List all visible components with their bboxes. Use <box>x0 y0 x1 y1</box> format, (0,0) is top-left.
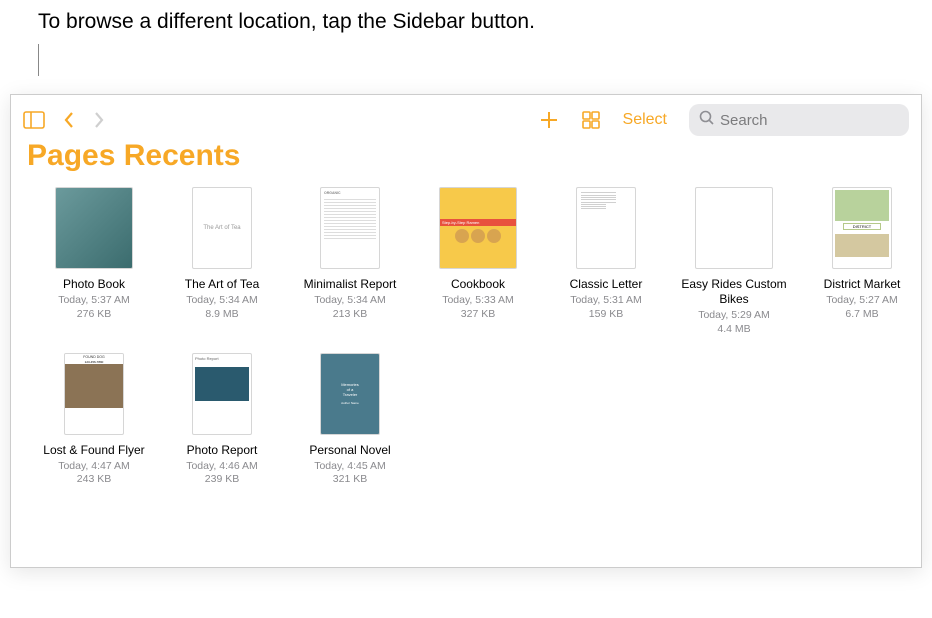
document-thumbnail: DISTRICT <box>832 187 892 269</box>
toolbar: Select <box>11 95 921 139</box>
document-meta: The Art of Tea Today, 5:34 AM8.9 MB <box>163 277 281 321</box>
document-size: 159 KB <box>547 308 665 322</box>
document-time: Today, 5:33 AM <box>419 294 537 308</box>
document-item[interactable]: Step-by-Step Ramen Cookbook Today, 5:33 AM… <box>419 187 537 336</box>
document-meta: Minimalist Report Today, 5:34 AM213 KB <box>291 277 409 321</box>
add-button[interactable] <box>539 110 559 130</box>
document-size: 239 KB <box>163 473 281 487</box>
document-size: 213 KB <box>291 308 409 322</box>
app-window: Select Pages Recents Photo Book Today, 5:… <box>10 94 922 568</box>
sidebar-button[interactable] <box>23 111 45 129</box>
document-item[interactable]: CUST BIKE Easy Rides Custom Bikes Today, 5… <box>675 187 793 336</box>
annotation-callout: To browse a different location, tap the … <box>0 0 932 94</box>
document-time: Today, 5:27 AM <box>803 294 921 308</box>
document-name: Lost & Found Flyer <box>35 443 153 458</box>
document-time: Today, 5:34 AM <box>291 294 409 308</box>
document-item[interactable]: Memoriesof aTravelerAuthor Name Personal … <box>291 353 409 487</box>
document-size: 4.4 MB <box>675 323 793 337</box>
callout-line <box>38 44 39 76</box>
select-button[interactable]: Select <box>623 111 667 129</box>
document-thumbnail: Memoriesof aTravelerAuthor Name <box>320 353 380 435</box>
document-item[interactable]: Photo Book Today, 5:37 AM276 KB <box>35 187 153 336</box>
document-size: 327 KB <box>419 308 537 322</box>
document-time: Today, 4:45 AM <box>291 460 409 474</box>
document-time: Today, 5:29 AM <box>675 309 793 323</box>
document-meta: Personal Novel Today, 4:45 AM321 KB <box>291 443 409 487</box>
document-item[interactable]: DISTRICT District Market Today, 5:27 AM6.7… <box>803 187 921 336</box>
document-size: 276 KB <box>35 308 153 322</box>
view-grid-button[interactable] <box>581 110 601 130</box>
document-item[interactable]: ORGANIC Minimalist Report Today, 5:34 AM21… <box>291 187 409 336</box>
document-name: Cookbook <box>419 277 537 292</box>
document-meta: Photo Report Today, 4:46 AM239 KB <box>163 443 281 487</box>
annotation-text: To browse a different location, tap the … <box>38 8 932 36</box>
document-time: Today, 5:34 AM <box>163 294 281 308</box>
document-size: 6.7 MB <box>803 308 921 322</box>
search-icon <box>699 110 714 130</box>
document-name: The Art of Tea <box>163 277 281 292</box>
document-time: Today, 4:46 AM <box>163 460 281 474</box>
document-size: 8.9 MB <box>163 308 281 322</box>
document-name: Classic Letter <box>547 277 665 292</box>
back-button[interactable] <box>63 111 75 129</box>
document-name: Photo Report <box>163 443 281 458</box>
document-thumbnail: CUST BIKE <box>695 187 773 269</box>
document-item[interactable]: FOUND DOG123-456-7890 Lost & Found Flyer T… <box>35 353 153 487</box>
document-meta: Lost & Found Flyer Today, 4:47 AM243 KB <box>35 443 153 487</box>
document-meta: Classic Letter Today, 5:31 AM159 KB <box>547 277 665 321</box>
document-thumbnail: Photo Report <box>192 353 252 435</box>
document-thumbnail: The Art of Tea <box>192 187 252 269</box>
document-meta: Photo Book Today, 5:37 AM276 KB <box>35 277 153 321</box>
documents-grid: Photo Book Today, 5:37 AM276 KB The Art of… <box>11 187 921 487</box>
search-input[interactable] <box>720 112 899 129</box>
document-name: Easy Rides Custom Bikes <box>675 277 793 307</box>
document-name: Minimalist Report <box>291 277 409 292</box>
document-name: Photo Book <box>35 277 153 292</box>
document-time: Today, 5:31 AM <box>547 294 665 308</box>
document-meta: Easy Rides Custom Bikes Today, 5:29 AM4.4… <box>675 277 793 336</box>
document-thumbnail: FOUND DOG123-456-7890 <box>64 353 124 435</box>
document-size: 321 KB <box>291 473 409 487</box>
document-thumbnail <box>55 187 133 269</box>
document-name: Personal Novel <box>291 443 409 458</box>
forward-button[interactable] <box>93 111 105 129</box>
document-size: 243 KB <box>35 473 153 487</box>
page-title: Pages Recents <box>11 139 921 187</box>
document-meta: Cookbook Today, 5:33 AM327 KB <box>419 277 537 321</box>
document-thumbnail: Step-by-Step Ramen <box>439 187 517 269</box>
document-thumbnail: ORGANIC <box>320 187 380 269</box>
document-time: Today, 5:37 AM <box>35 294 153 308</box>
document-item[interactable]: Classic Letter Today, 5:31 AM159 KB <box>547 187 665 336</box>
search-box[interactable] <box>689 104 909 136</box>
document-item[interactable]: Photo Report Photo Report Today, 4:46 AM23… <box>163 353 281 487</box>
document-meta: District Market Today, 5:27 AM6.7 MB <box>803 277 921 321</box>
document-name: District Market <box>803 277 921 292</box>
document-time: Today, 4:47 AM <box>35 460 153 474</box>
document-item[interactable]: The Art of Tea The Art of Tea Today, 5:34 … <box>163 187 281 336</box>
document-thumbnail <box>576 187 636 269</box>
